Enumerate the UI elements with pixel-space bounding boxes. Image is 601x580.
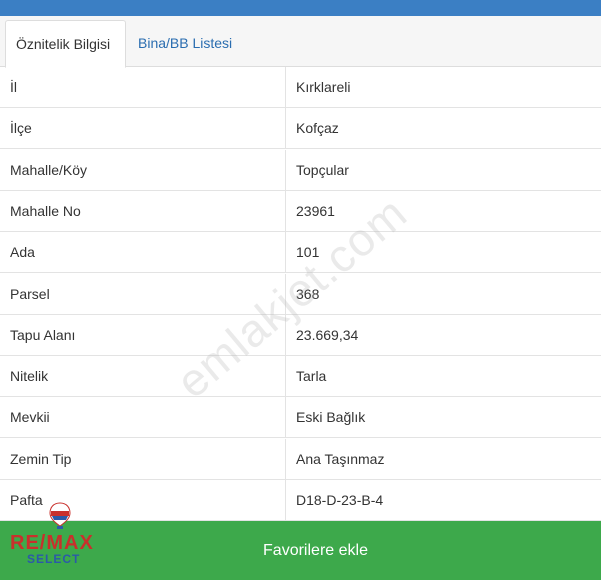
row-key: Mevkii	[10, 409, 50, 426]
row-key: Mahalle No	[10, 202, 81, 219]
table-row: Parsel 368	[0, 273, 601, 315]
row-value: 368	[296, 285, 320, 302]
column-divider	[285, 356, 286, 398]
row-value: 101	[296, 244, 320, 261]
row-value: 23.669,34	[296, 326, 359, 343]
table-row: Mahalle No 23961	[0, 190, 601, 232]
column-divider	[285, 397, 286, 439]
row-value: Topçular	[296, 161, 349, 178]
row-value: Eski Bağlık	[296, 409, 366, 426]
column-divider	[285, 149, 286, 191]
tab-attributes[interactable]: Öznitelik Bilgisi	[5, 20, 126, 68]
row-key: İl	[10, 79, 17, 95]
logo-subtext: SELECT	[27, 552, 81, 566]
column-divider	[285, 438, 286, 480]
row-value: 23961	[296, 202, 335, 219]
table-row: İlçe Kofçaz	[0, 108, 601, 150]
table-row: Ada 101	[0, 232, 601, 274]
row-value: Kofçaz	[296, 120, 339, 137]
table-row: İl Kırklareli	[0, 67, 601, 108]
table-row: Nitelik Tarla	[0, 356, 601, 398]
top-bar	[0, 0, 601, 16]
row-value: D18-D-23-B-4	[296, 492, 384, 508]
column-divider	[285, 108, 286, 150]
table-row: Mahalle/Köy Topçular	[0, 149, 601, 191]
column-divider	[285, 480, 286, 521]
tab-building-list[interactable]: Bina/BB Listesi	[128, 20, 242, 67]
row-key: Ada	[10, 244, 35, 261]
table-row: Tapu Alanı 23.669,34	[0, 314, 601, 356]
row-key: Zemin Tip	[10, 450, 72, 467]
table-row: Zemin Tip Ana Taşınmaz	[0, 438, 601, 480]
table-row: Mevkii Eski Bağlık	[0, 397, 601, 439]
column-divider	[285, 67, 286, 108]
column-divider	[285, 273, 286, 315]
row-value: Kırklareli	[296, 79, 351, 95]
row-value: Tarla	[296, 368, 327, 385]
column-divider	[285, 314, 286, 356]
balloon-icon	[49, 502, 71, 529]
row-key: Parsel	[10, 285, 50, 302]
row-key: İlçe	[10, 120, 32, 137]
remax-logo: RE/MAX SELECT	[10, 502, 102, 568]
tab-bar: Öznitelik Bilgisi Bina/BB Listesi	[0, 16, 601, 68]
row-key: Nitelik	[10, 368, 49, 385]
row-key: Tapu Alanı	[10, 326, 76, 343]
row-value: Ana Taşınmaz	[296, 450, 385, 467]
row-key: Mahalle/Köy	[10, 161, 88, 178]
column-divider	[285, 232, 286, 274]
column-divider	[285, 190, 286, 232]
